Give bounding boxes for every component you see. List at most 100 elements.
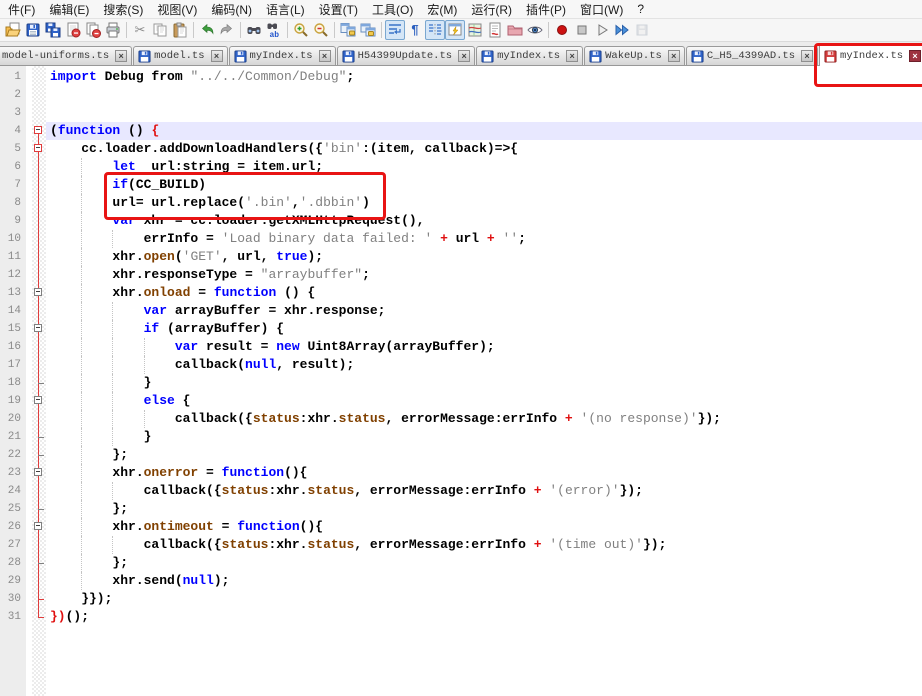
cut-icon[interactable]: ✂ <box>130 20 150 40</box>
menu-item-3[interactable]: 视图(V) <box>150 0 204 19</box>
fold-marker[interactable] <box>32 194 46 212</box>
code-text[interactable]: (function () { <box>46 122 922 140</box>
fold-marker[interactable] <box>32 158 46 176</box>
tab-myIndex-ts-4[interactable]: myIndex.ts × <box>476 46 584 65</box>
menu-item-4[interactable]: 编码(N) <box>204 0 259 19</box>
macro-stop-icon[interactable] <box>572 20 592 40</box>
tab-myIndex-ts-2[interactable]: myIndex.ts × <box>228 46 336 65</box>
show-all-chars-icon[interactable]: ¶ <box>405 20 425 40</box>
code-text[interactable]: } <box>46 428 922 446</box>
menu-item-5[interactable]: 语言(L) <box>259 0 312 19</box>
code-text[interactable]: var result = new Uint8Array(arrayBuffer)… <box>46 338 922 356</box>
code-text[interactable]: else { <box>46 392 922 410</box>
code-text[interactable] <box>46 86 922 104</box>
code-text[interactable]: }; <box>46 500 922 518</box>
code-text[interactable]: cc.loader.addDownloadHandlers({'bin':(it… <box>46 140 922 158</box>
tab-model-uniforms-ts-0[interactable]: model-uniforms.ts × <box>0 46 133 65</box>
code-text[interactable]: })(); <box>46 608 922 626</box>
menu-item-2[interactable]: 搜索(S) <box>96 0 150 19</box>
user-dialog-icon[interactable] <box>445 20 465 40</box>
fold-marker[interactable] <box>32 554 46 572</box>
replace-icon[interactable]: ab <box>264 20 284 40</box>
tab-close-icon[interactable]: × <box>667 50 680 62</box>
fold-marker[interactable] <box>32 140 46 158</box>
tab-close-icon[interactable]: × <box>909 50 922 62</box>
fold-marker[interactable] <box>32 212 46 230</box>
fold-marker[interactable] <box>32 320 46 338</box>
fold-marker[interactable] <box>32 536 46 554</box>
code-text[interactable] <box>46 104 922 122</box>
save-icon[interactable] <box>23 20 43 40</box>
paste-icon[interactable] <box>170 20 190 40</box>
tab-close-icon[interactable]: × <box>801 50 814 62</box>
fold-marker[interactable] <box>32 230 46 248</box>
indent-guide-icon[interactable] <box>425 20 445 40</box>
code-editor[interactable]: 1 import Debug from "../../Common/Debug";… <box>0 66 922 696</box>
fold-marker[interactable] <box>32 590 46 608</box>
tab-close-icon[interactable]: × <box>458 50 471 62</box>
code-text[interactable]: if(CC_BUILD) <box>46 176 922 194</box>
save-all-icon[interactable] <box>43 20 63 40</box>
fold-marker[interactable] <box>32 608 46 626</box>
macro-record-icon[interactable] <box>552 20 572 40</box>
menu-item-0[interactable]: 件(F) <box>1 0 42 19</box>
macro-play-icon[interactable] <box>592 20 612 40</box>
fold-marker[interactable] <box>32 266 46 284</box>
code-text[interactable]: xhr.responseType = "arraybuffer"; <box>46 266 922 284</box>
code-text[interactable]: errInfo = 'Load binary data failed: ' + … <box>46 230 922 248</box>
zoom-in-icon[interactable] <box>291 20 311 40</box>
monitor-icon[interactable] <box>525 20 545 40</box>
code-text[interactable]: callback({status:xhr.status, errorMessag… <box>46 410 922 428</box>
sync-vertical-icon[interactable] <box>338 20 358 40</box>
menu-item-1[interactable]: 编辑(E) <box>42 0 96 19</box>
tab-close-icon[interactable]: × <box>566 50 579 62</box>
fold-marker[interactable] <box>32 374 46 392</box>
fold-marker[interactable] <box>32 392 46 410</box>
menu-item-11[interactable]: 窗口(W) <box>573 0 630 19</box>
code-text[interactable]: let url:string = item.url; <box>46 158 922 176</box>
doc-map-icon[interactable] <box>465 20 485 40</box>
fold-marker[interactable] <box>32 482 46 500</box>
tab-myIndex-ts-7[interactable]: myIndex.ts × <box>814 43 922 87</box>
code-text[interactable]: xhr.ontimeout = function(){ <box>46 518 922 536</box>
word-wrap-icon[interactable] <box>385 20 405 40</box>
tab-close-icon[interactable]: × <box>318 50 331 62</box>
code-text[interactable]: callback({status:xhr.status, errorMessag… <box>46 482 922 500</box>
fold-marker[interactable] <box>32 338 46 356</box>
code-text[interactable]: }}); <box>46 590 922 608</box>
code-text[interactable]: callback(null, result); <box>46 356 922 374</box>
fold-marker[interactable] <box>32 464 46 482</box>
code-text[interactable]: xhr.onload = function () { <box>46 284 922 302</box>
menu-item-6[interactable]: 设置(T) <box>312 0 365 19</box>
fold-marker[interactable] <box>32 572 46 590</box>
fold-marker[interactable] <box>32 248 46 266</box>
print-icon[interactable] <box>103 20 123 40</box>
sync-horizontal-icon[interactable] <box>358 20 378 40</box>
tab-model-ts-1[interactable]: model.ts × <box>133 46 228 65</box>
code-text[interactable]: xhr.open('GET', url, true); <box>46 248 922 266</box>
undo-icon[interactable] <box>197 20 217 40</box>
find-icon[interactable] <box>244 20 264 40</box>
menu-item-10[interactable]: 插件(P) <box>519 0 573 19</box>
function-list-icon[interactable] <box>485 20 505 40</box>
fold-marker[interactable] <box>32 284 46 302</box>
fold-marker[interactable] <box>32 356 46 374</box>
redo-icon[interactable] <box>217 20 237 40</box>
code-text[interactable]: url= url.replace('.bin','.dbbin') <box>46 194 922 212</box>
open-file-icon[interactable] <box>3 20 23 40</box>
menu-item-7[interactable]: 工具(O) <box>365 0 420 19</box>
macro-run-multi-icon[interactable] <box>612 20 632 40</box>
zoom-out-icon[interactable] <box>311 20 331 40</box>
code-text[interactable]: } <box>46 374 922 392</box>
tab-close-icon[interactable]: × <box>115 50 128 62</box>
menu-item-9[interactable]: 运行(R) <box>464 0 519 19</box>
tab-C_H5_4399AD-ts-6[interactable]: C_H5_4399AD.ts × <box>685 46 819 65</box>
copy-icon[interactable] <box>150 20 170 40</box>
code-text[interactable]: }; <box>46 554 922 572</box>
code-text[interactable]: if (arrayBuffer) { <box>46 320 922 338</box>
code-text[interactable]: xhr.send(null); <box>46 572 922 590</box>
folder-workspace-icon[interactable] <box>505 20 525 40</box>
tab-close-icon[interactable]: × <box>210 50 223 62</box>
fold-marker[interactable] <box>32 122 46 140</box>
close-all-icon[interactable] <box>83 20 103 40</box>
